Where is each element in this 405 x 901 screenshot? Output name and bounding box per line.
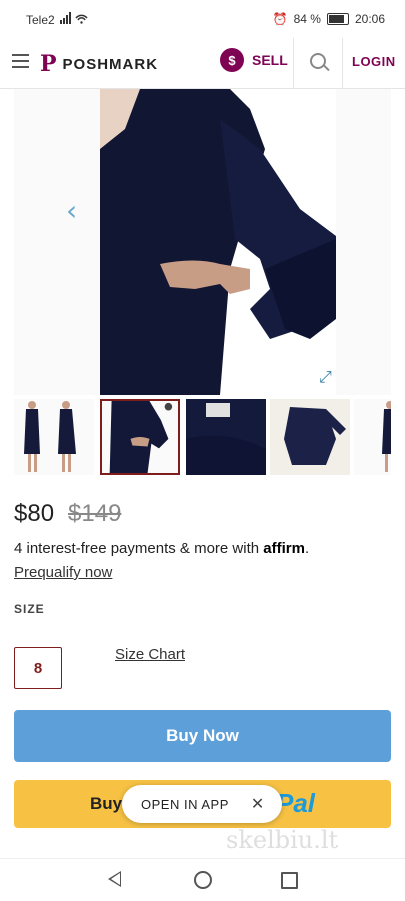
login-link[interactable]: LOGIN bbox=[352, 54, 396, 69]
thumbnail-strip bbox=[14, 399, 391, 477]
carrier-label: Tele2 bbox=[26, 13, 55, 27]
home-icon[interactable] bbox=[194, 871, 212, 889]
current-price: $80 bbox=[14, 500, 55, 527]
buy-now-button[interactable]: Buy Now bbox=[14, 710, 391, 762]
prequalify-link[interactable]: Prequalify now bbox=[14, 564, 112, 581]
search-button[interactable] bbox=[293, 38, 343, 88]
brand-name: POSHMARK bbox=[62, 55, 159, 73]
watermark: skelbiu.lt bbox=[226, 826, 339, 854]
thumbnail[interactable] bbox=[14, 399, 94, 475]
sell-label: SELL bbox=[252, 52, 288, 68]
size-option[interactable]: 8 bbox=[14, 647, 62, 689]
thumbnail-selected[interactable] bbox=[100, 399, 180, 475]
paypal-buy-label: Buy bbox=[90, 794, 123, 813]
open-in-app-banner[interactable]: OPEN IN APP ✕ bbox=[122, 785, 282, 823]
size-heading: SIZE bbox=[14, 602, 45, 616]
thumbnail[interactable] bbox=[354, 399, 391, 475]
product-photo bbox=[100, 89, 340, 395]
installments-text: 4 interest-free payments & more with aff… bbox=[14, 540, 310, 557]
signal-icon bbox=[60, 12, 90, 27]
status-bar: Tele2 ⏰ 84 % 20:06 bbox=[0, 0, 405, 38]
installments-label: 4 interest-free payments & more with bbox=[14, 540, 264, 557]
recent-apps-icon[interactable] bbox=[281, 872, 298, 889]
size-chart-link[interactable]: Size Chart bbox=[115, 646, 185, 663]
expand-icon[interactable]: ⤢ bbox=[319, 369, 332, 387]
open-in-app-label: OPEN IN APP bbox=[141, 796, 229, 812]
sell-button[interactable]: $ SELL bbox=[220, 48, 288, 72]
dollar-icon: $ bbox=[220, 48, 244, 72]
alarm-icon: ⏰ bbox=[272, 12, 288, 26]
android-nav-bar bbox=[0, 858, 405, 901]
thumbnail[interactable] bbox=[186, 399, 266, 475]
chevron-left-icon[interactable]: ‹ bbox=[66, 194, 77, 227]
battery-label: 84 % bbox=[293, 12, 321, 26]
menu-icon[interactable] bbox=[12, 54, 29, 68]
poshmark-mark-icon: P bbox=[40, 51, 57, 77]
original-price: $149 bbox=[68, 500, 122, 527]
price-row: $80 $149 bbox=[14, 500, 121, 528]
poshmark-logo[interactable]: P POSHMARK bbox=[40, 51, 158, 77]
thumbnail[interactable] bbox=[270, 399, 350, 475]
top-nav: P POSHMARK $ SELL LOGIN bbox=[0, 38, 405, 89]
product-image-carousel[interactable]: ‹ ⤢ bbox=[14, 89, 391, 395]
battery-icon bbox=[326, 13, 349, 25]
affirm-logo: affirm bbox=[263, 540, 305, 557]
status-right: ⏰ 84 % 20:06 bbox=[273, 12, 385, 26]
clock: 20:06 bbox=[354, 12, 385, 26]
back-icon[interactable] bbox=[108, 871, 121, 887]
close-icon[interactable]: ✕ bbox=[251, 794, 264, 814]
